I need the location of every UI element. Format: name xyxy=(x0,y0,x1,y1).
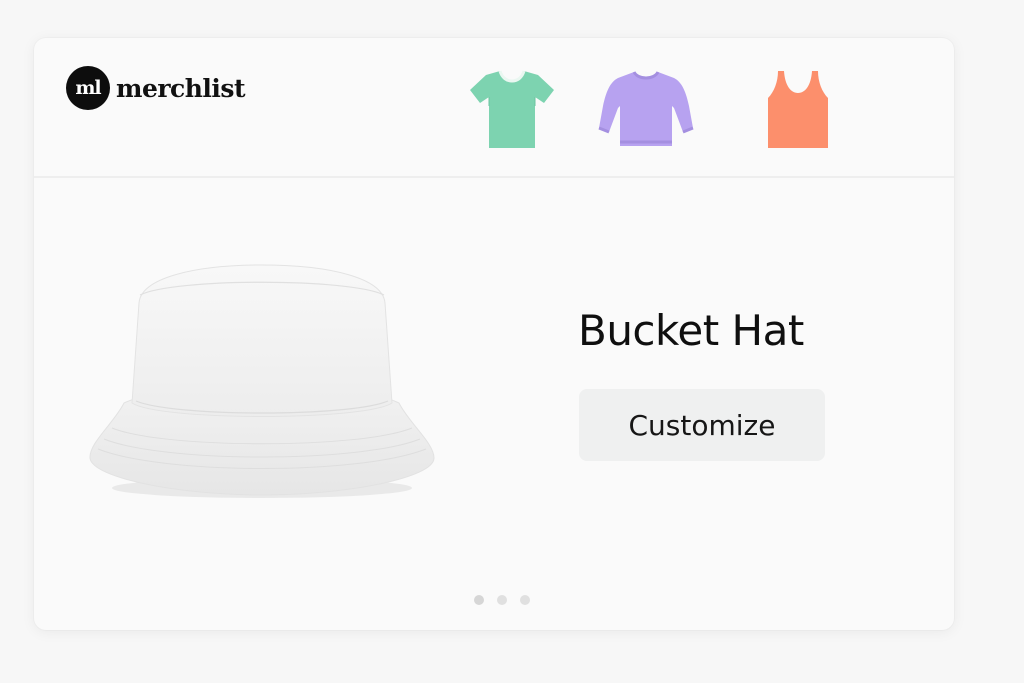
tshirt-icon xyxy=(470,70,554,148)
carousel-dot-2[interactable] xyxy=(497,595,507,605)
carousel-dot-1[interactable] xyxy=(474,595,484,605)
tank-top-icon xyxy=(768,71,828,148)
thumbnail-sweatshirt[interactable] xyxy=(596,66,696,152)
header: ml merchlist xyxy=(34,38,954,178)
product-title: Bucket Hat xyxy=(578,306,804,355)
brand-name: merchlist xyxy=(116,73,246,103)
product-image xyxy=(84,253,440,503)
thumbnail-tshirt[interactable] xyxy=(462,66,562,152)
carousel-dots xyxy=(474,595,530,605)
bucket-hat-image xyxy=(89,264,435,498)
brand-logo[interactable]: ml merchlist xyxy=(66,66,246,110)
thumbnail-tank-top[interactable] xyxy=(748,66,848,152)
product-card: ml merchlist Bucket Hat Customize xyxy=(34,38,954,630)
logo-mark: ml xyxy=(66,66,110,110)
customize-button[interactable]: Customize xyxy=(579,389,825,461)
sweatshirt-icon xyxy=(598,71,694,146)
carousel-dot-3[interactable] xyxy=(520,595,530,605)
